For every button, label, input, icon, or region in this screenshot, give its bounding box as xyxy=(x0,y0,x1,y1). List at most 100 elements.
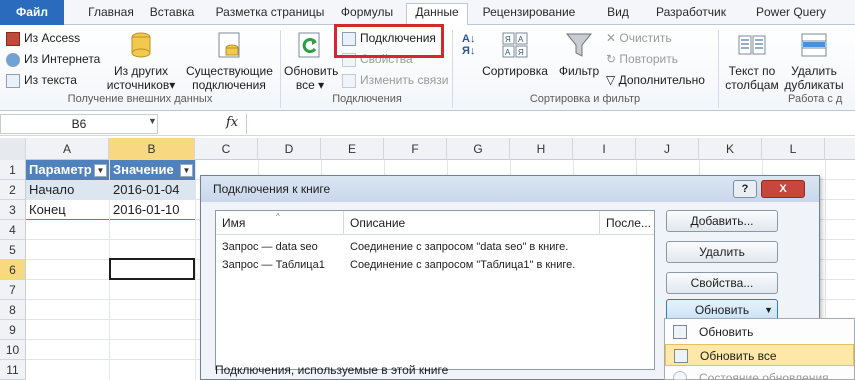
tab-power-query[interactable]: Power Query xyxy=(744,4,838,25)
reapply-icon: ↻ xyxy=(606,52,620,66)
row-header-4[interactable]: 4 xyxy=(0,220,26,240)
sort-button[interactable]: ЯААЯ Сортировка xyxy=(482,30,548,78)
column-header-b[interactable]: B xyxy=(109,138,195,160)
edit-links-button[interactable]: Изменить связи xyxy=(342,73,448,88)
menu-item-refresh-status[interactable]: Состояние обновления xyxy=(665,367,854,380)
cell-b2[interactable]: 2016-01-04 xyxy=(110,180,195,200)
chevron-down-icon[interactable]: ▼ xyxy=(764,300,773,320)
refresh-all-icon xyxy=(674,349,688,363)
advanced-filter-button[interactable]: ▽ Дополнительно xyxy=(606,73,705,87)
column-name-header[interactable]: Имя ^ xyxy=(216,211,344,235)
column-header-k[interactable]: K xyxy=(699,138,762,160)
database-icon xyxy=(131,32,151,58)
properties-button[interactable]: Свойства... xyxy=(666,272,778,294)
tab-developer[interactable]: Разработчик xyxy=(646,4,736,25)
column-header-row: A B C D E F G H I J K L xyxy=(0,138,855,160)
column-header-c[interactable]: C xyxy=(195,138,258,160)
sort-icon: Я АА Я xyxy=(502,32,528,58)
column-header-d[interactable]: D xyxy=(258,138,321,160)
column-header-j[interactable]: J xyxy=(636,138,699,160)
remove-duplicates-button[interactable]: Удалить дубликаты xyxy=(784,30,844,92)
refresh-all-button[interactable]: Обновить все ▾ xyxy=(284,30,338,92)
svg-text:Я: Я xyxy=(518,48,524,57)
row-header-9[interactable]: 9 xyxy=(0,320,26,340)
close-button[interactable]: X xyxy=(761,180,805,198)
column-description-header[interactable]: Описание xyxy=(344,211,600,235)
formula-input[interactable] xyxy=(246,114,855,134)
column-header-i[interactable]: I xyxy=(573,138,636,160)
filter-button[interactable]: Фильтр xyxy=(556,30,602,78)
cell-a3[interactable]: Конец xyxy=(26,200,109,220)
from-access-button[interactable]: Из Access xyxy=(6,31,80,46)
tab-data[interactable]: Данные xyxy=(406,3,468,26)
svg-text:А: А xyxy=(505,48,511,57)
selected-cell-b6[interactable] xyxy=(109,258,195,280)
from-text-button[interactable]: Из текста xyxy=(6,73,77,88)
help-button[interactable]: ? xyxy=(733,180,757,198)
column-header-e[interactable]: E xyxy=(321,138,384,160)
row-header-10[interactable]: 10 xyxy=(0,340,26,360)
name-box[interactable]: B6 xyxy=(0,114,158,134)
chain-link-icon xyxy=(342,73,356,88)
tab-view[interactable]: Вид xyxy=(598,4,638,25)
clear-filter-button[interactable]: ✕ Очистить xyxy=(606,31,672,45)
row-header-2[interactable]: 2 xyxy=(0,180,26,200)
ribbon-tab-bar: Файл Главная Вставка Разметка страницы Ф… xyxy=(0,0,855,26)
row-header-3[interactable]: 3 xyxy=(0,200,26,220)
refresh-icon xyxy=(673,325,687,339)
insert-function-button[interactable]: fx xyxy=(226,115,238,130)
from-other-sources-button[interactable]: Из других источников▾ xyxy=(106,30,176,92)
column-header-a[interactable]: A xyxy=(26,138,109,160)
row-header-8[interactable]: 8 xyxy=(0,300,26,320)
access-icon xyxy=(6,31,20,46)
menu-item-refresh[interactable]: Обновить xyxy=(665,321,854,343)
text-file-icon xyxy=(6,73,20,88)
group-label-sort-filter: Сортировка и фильтр xyxy=(529,93,641,105)
row-header-1[interactable]: 1 xyxy=(0,160,26,180)
sort-az-button[interactable]: A↓ Я↓ xyxy=(462,33,475,57)
add-button[interactable]: Добавить... xyxy=(666,210,778,232)
column-header-l[interactable]: L xyxy=(762,138,825,160)
row-header-7[interactable]: 7 xyxy=(0,280,26,300)
existing-connections-button[interactable]: Существующие подключения xyxy=(186,30,273,92)
tab-insert[interactable]: Вставка xyxy=(142,4,202,25)
row-header-6[interactable]: 6 xyxy=(0,260,26,280)
svg-text:Я: Я xyxy=(505,35,511,44)
clear-filter-icon: ✕ xyxy=(606,31,620,45)
column-header-g[interactable]: G xyxy=(447,138,510,160)
name-box-dropdown-icon[interactable]: ▼ xyxy=(148,116,157,126)
reapply-button[interactable]: ↻ Повторить xyxy=(606,52,678,66)
column-last-refreshed-header[interactable]: После... xyxy=(600,211,654,235)
row-header-5[interactable]: 5 xyxy=(0,240,26,260)
group-label-get-external-data: Получение внешних данных xyxy=(67,93,213,105)
refresh-dropdown-menu: Обновить Обновить все Состояние обновлен… xyxy=(664,318,855,380)
group-label-connections: Подключения xyxy=(332,93,402,105)
row-header-11[interactable]: 11 xyxy=(0,360,26,380)
tab-file[interactable]: Файл xyxy=(0,0,64,25)
from-web-button[interactable]: Из Интернета xyxy=(6,52,100,67)
red-highlight-frame xyxy=(334,24,444,58)
menu-item-refresh-all[interactable]: Обновить все xyxy=(665,344,854,366)
sort-asc-icon: ^ xyxy=(276,212,280,221)
column-header-h[interactable]: H xyxy=(510,138,573,160)
group-label-data-tools: Работа с д xyxy=(788,93,843,105)
text-to-columns-button[interactable]: Текст по столбцам xyxy=(722,30,782,92)
existing-connections-icon xyxy=(218,32,240,58)
delete-button[interactable]: Удалить xyxy=(666,241,778,263)
filter-dropdown-icon[interactable]: ▼ xyxy=(94,164,107,177)
cell-b1[interactable]: Значение ▼ xyxy=(110,160,195,180)
connections-list[interactable]: Имя ^ Описание После... Запрос — data seo… xyxy=(215,210,655,370)
select-all-corner[interactable] xyxy=(0,138,26,160)
group-separator xyxy=(718,30,719,108)
cell-b3[interactable]: 2016-01-10 xyxy=(110,200,195,220)
tab-home[interactable]: Главная xyxy=(72,4,150,25)
cell-a2[interactable]: Начало xyxy=(26,180,109,200)
filter-dropdown-icon[interactable]: ▼ xyxy=(180,164,193,177)
text-to-columns-icon xyxy=(738,35,766,55)
tab-page-layout[interactable]: Разметка страницы xyxy=(208,4,332,25)
column-header-f[interactable]: F xyxy=(384,138,447,160)
cell-a1[interactable]: Параметр ▼ xyxy=(26,160,109,180)
tab-formulas[interactable]: Формулы xyxy=(336,4,398,25)
globe-icon xyxy=(6,52,20,67)
tab-review[interactable]: Рецензирование xyxy=(474,4,584,25)
